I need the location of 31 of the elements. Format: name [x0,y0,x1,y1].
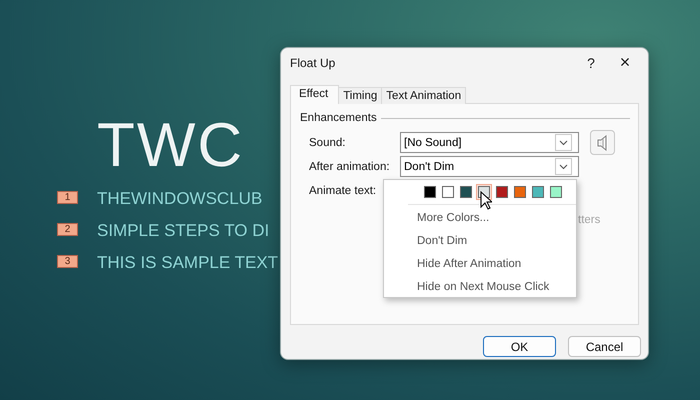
menu-item[interactable]: Don't Dim [384,230,468,253]
dialog-button[interactable]: OK [483,336,556,357]
dropdown-field[interactable]: Don't Dim [400,156,579,177]
animation-order-tag: 2 [57,223,78,236]
speaker-button[interactable] [590,130,615,155]
tab[interactable]: Timing [338,87,382,104]
slide-bullet-text: THIS IS SAMPLE TEXT [97,252,278,274]
hint-text: tters [578,214,600,226]
animation-order-tag: 3 [57,255,78,268]
menu-item[interactable]: Hide on Next Mouse Click [384,276,550,299]
help-button[interactable]: ? [574,48,608,76]
animation-order-tag: 1 [57,191,78,204]
dropdown-field[interactable]: [No Sound] [400,132,579,153]
pointer-icon [480,191,492,210]
chevron-down-icon [555,158,572,175]
close-button[interactable]: × [608,48,642,76]
field-label: Sound: [309,136,346,148]
slide-bullet-text: THEWINDOWSCLUB [97,188,262,210]
tab[interactable]: Text Animation [381,87,466,104]
window-title: Float Up [290,56,336,70]
slide-title: TWC [97,113,244,179]
tab[interactable]: Effect [290,85,340,104]
group-heading: Enhancements [300,112,377,124]
slide-bullet-text: SIMPLE STEPS TO DI [97,220,270,242]
field-label: Animate text: [309,184,378,196]
speaker-icon [596,134,608,150]
dialog-button[interactable]: Cancel [568,336,641,357]
field-label: After animation: [309,160,391,172]
chevron-down-icon [555,134,572,151]
menu-item[interactable]: More Colors... [384,207,490,230]
menu-item[interactable]: Hide After Animation [384,253,522,276]
